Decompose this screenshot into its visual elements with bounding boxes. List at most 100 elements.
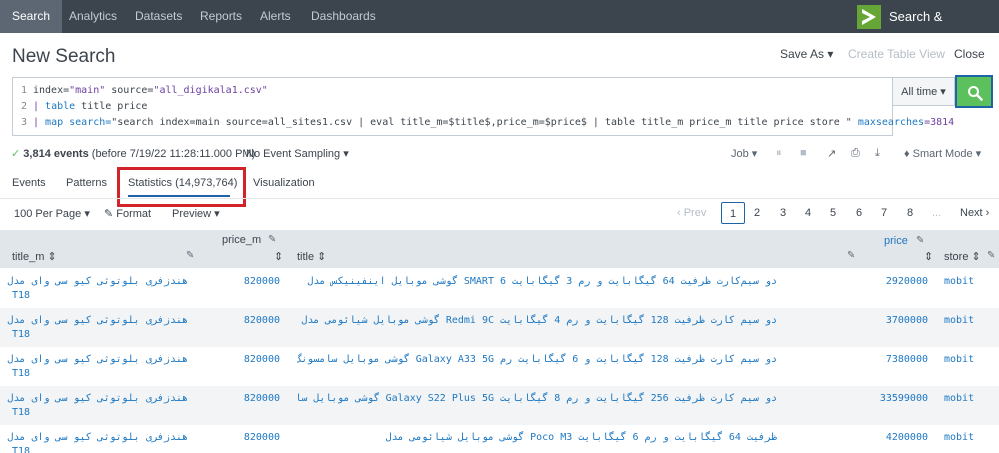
search-icon <box>968 86 983 101</box>
event-count-status: ✓ 3,814 events (before 7/19/22 11:28:11.… <box>11 147 255 160</box>
column-header-price-m[interactable]: price_m <box>222 234 261 246</box>
cell-price[interactable]: 33599000 <box>840 392 928 405</box>
cell-store[interactable]: mobit <box>944 353 974 366</box>
tab-patterns[interactable]: Patterns <box>66 177 107 189</box>
next-page-button[interactable]: Next › <box>960 202 989 224</box>
nav-datasets[interactable]: Datasets <box>123 0 194 33</box>
cell-title[interactable]: ظرفیت 64 گیگابایت و رم 6 گیگابایت Poco M… <box>297 431 777 444</box>
cell-title-m-model[interactable]: T18 <box>12 328 30 341</box>
stop-icon[interactable]: ■ <box>800 147 807 159</box>
nav-dashboards[interactable]: Dashboards <box>299 0 388 33</box>
search-token: index= <box>33 85 70 96</box>
page-3[interactable]: 3 <box>780 202 786 224</box>
cell-price-m[interactable]: 820000 <box>200 353 280 366</box>
print-icon[interactable]: ⎙ <box>851 147 860 160</box>
format-button[interactable]: ✎ Format <box>104 207 151 220</box>
cell-title[interactable]: دو سیم کارت ظرفیت 128 گیگابایت و رم 4 گی… <box>297 314 777 327</box>
page-6[interactable]: 6 <box>856 202 862 224</box>
cell-price[interactable]: 4200000 <box>840 431 928 444</box>
sort-icon[interactable]: ⇕ <box>274 250 283 263</box>
page-5[interactable]: 5 <box>830 202 836 224</box>
cell-price[interactable]: 7380000 <box>840 353 928 366</box>
search-line-1: 1 index="main" source="all_digikala1.csv" <box>13 84 268 98</box>
search-button[interactable] <box>955 75 993 108</box>
per-page-dropdown[interactable]: 100 Per Page ▾ <box>14 207 90 220</box>
line-number: 1 <box>20 85 27 96</box>
page-1[interactable]: 1 <box>721 202 745 224</box>
sampling-dropdown[interactable]: No Event Sampling ▾ <box>246 147 349 160</box>
cell-store[interactable]: mobit <box>944 392 974 405</box>
column-header-price[interactable]: price <box>884 235 908 247</box>
cell-store[interactable]: mobit <box>944 275 974 288</box>
pagination-ellipsis: ... <box>932 207 942 219</box>
cell-title-m[interactable]: هندزفری بلوتوثی کیو سی وای مدل <box>7 431 188 444</box>
cell-price-m[interactable]: 820000 <box>200 275 280 288</box>
cell-title-m[interactable]: هندزفری بلوتوثی کیو سی وای مدل <box>7 314 188 327</box>
cell-price-m[interactable]: 820000 <box>200 314 280 327</box>
page-title: New Search <box>12 46 116 67</box>
cell-price-m[interactable]: 820000 <box>200 392 280 405</box>
job-menu[interactable]: Job ▾ <box>731 147 757 160</box>
line-number: 3 <box>20 117 27 128</box>
table-row: هندزفری بلوتوثی کیو سی وای مدل T18 820000 د… <box>0 347 999 386</box>
edit-column-icon[interactable]: ✎ <box>186 250 194 261</box>
close-button[interactable]: Close <box>954 47 985 61</box>
cell-price[interactable]: 2920000 <box>840 275 928 288</box>
preview-dropdown[interactable]: Preview ▾ <box>172 207 220 220</box>
sort-icon[interactable]: ⇕ <box>924 250 933 263</box>
time-range-picker[interactable]: All time ▾ <box>893 77 955 106</box>
app-name[interactable]: Search & Reporting <box>889 0 999 57</box>
cell-title-m-model[interactable]: T18 <box>12 406 30 419</box>
table-header: title_m ⇕ ✎ price_m ✎ ⇕ title ⇕ ✎ price … <box>0 230 999 268</box>
search-token: "main" <box>69 85 106 96</box>
search-mode-dropdown[interactable]: ♦ Smart Mode ▾ <box>904 147 981 160</box>
top-nav: Search Analytics Datasets Reports Alerts… <box>0 0 999 57</box>
cell-title-m-model[interactable]: T18 <box>12 367 30 380</box>
cell-title[interactable]: دو سیم‌کارت ظرفیت 64 گیگابایت و رم 3 گیگ… <box>297 275 777 288</box>
page-2[interactable]: 2 <box>754 202 760 224</box>
check-icon: ✓ <box>11 148 21 160</box>
tab-visualization[interactable]: Visualization <box>253 177 315 189</box>
tab-events[interactable]: Events <box>12 177 46 189</box>
page-8[interactable]: 8 <box>907 202 913 224</box>
prev-page-button[interactable]: ‹ Prev <box>677 202 706 224</box>
edit-column-icon[interactable]: ✎ <box>987 250 995 261</box>
column-header-store[interactable]: store ⇕ <box>944 250 981 263</box>
cell-title[interactable]: دو سیم کارت ظرفیت 256 گیگابایت و رم 8 گی… <box>297 392 777 405</box>
cell-title-m[interactable]: هندزفری بلوتوثی کیو سی وای مدل <box>7 353 188 366</box>
cell-title-m[interactable]: هندزفری بلوتوثی کیو سی وای مدل <box>7 392 188 405</box>
page-7[interactable]: 7 <box>881 202 887 224</box>
divider <box>0 198 999 199</box>
nav-analytics[interactable]: Analytics <box>57 0 129 33</box>
search-token: source= <box>105 85 154 96</box>
page-4[interactable]: 4 <box>805 202 811 224</box>
cell-title-m-model[interactable]: T18 <box>12 445 30 453</box>
nav-search[interactable]: Search <box>0 0 63 33</box>
cell-price[interactable]: 3700000 <box>840 314 928 327</box>
search-input[interactable]: 1 index="main" source="all_digikala1.csv"… <box>12 77 954 136</box>
save-as-button[interactable]: Save As ▾ <box>780 47 833 61</box>
cell-store[interactable]: mobit <box>944 314 974 327</box>
app-logo-icon[interactable] <box>857 5 881 29</box>
search-token: | <box>33 101 46 112</box>
cell-price-m[interactable]: 820000 <box>200 431 280 444</box>
search-token: | <box>33 117 46 128</box>
share-icon[interactable]: ↗ <box>827 147 836 160</box>
table-row: هندزفری بلوتوثی کیو سی وای مدل T18 820000 د… <box>0 308 999 347</box>
column-header-title-m[interactable]: title_m ⇕ <box>12 250 57 263</box>
nav-reports[interactable]: Reports <box>188 0 254 33</box>
nav-alerts[interactable]: Alerts <box>248 0 303 33</box>
cell-title-m[interactable]: هندزفری بلوتوثی کیو سی وای مدل <box>7 275 188 288</box>
create-table-view-button[interactable]: Create Table View <box>848 47 945 61</box>
edit-column-icon[interactable]: ✎ <box>847 250 855 261</box>
export-icon[interactable]: ⤓ <box>875 147 880 160</box>
cell-title[interactable]: دو سیم کارت ظرفیت 128 گیگابایت و 6 گیگاب… <box>297 353 777 366</box>
line-number: 2 <box>20 101 27 112</box>
column-header-title[interactable]: title ⇕ <box>297 250 326 263</box>
search-line-3: 3 | map search="search index=main source=… <box>13 116 954 130</box>
pause-icon[interactable]: ⏸ <box>776 147 782 160</box>
cell-store[interactable]: mobit <box>944 431 974 444</box>
cell-title-m-model[interactable]: T18 <box>12 289 30 302</box>
edit-column-icon[interactable]: ✎ <box>268 234 276 245</box>
edit-column-icon[interactable]: ✎ <box>916 235 924 246</box>
